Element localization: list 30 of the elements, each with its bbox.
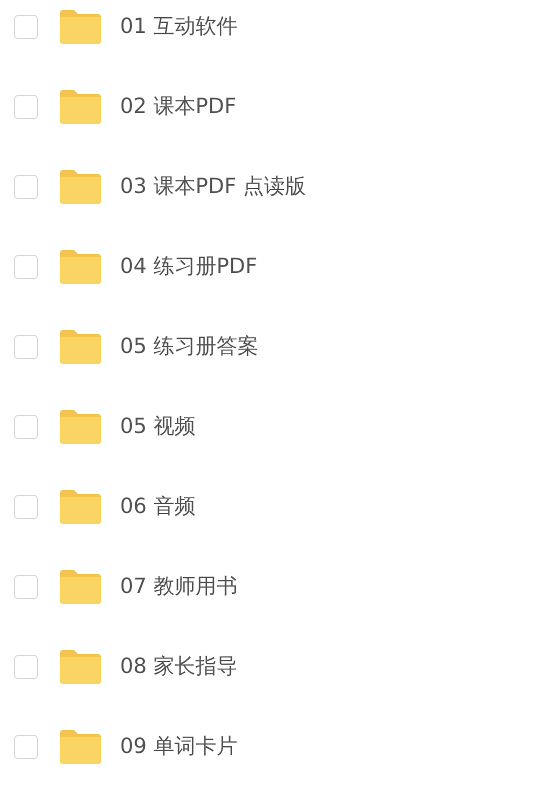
folder-name[interactable]: 09 单词卡片 [120, 731, 238, 763]
checkbox[interactable] [14, 655, 38, 679]
checkbox[interactable] [14, 15, 38, 39]
checkbox[interactable] [14, 255, 38, 279]
checkbox[interactable] [14, 175, 38, 199]
folder-icon [60, 570, 101, 604]
folder-name[interactable]: 06 音频 [120, 491, 196, 523]
folder-name[interactable]: 02 课本PDF [120, 91, 236, 123]
folder-icon [60, 650, 101, 684]
checkbox[interactable] [14, 95, 38, 119]
folder-name[interactable]: 01 互动软件 [120, 11, 238, 43]
folder-icon [60, 730, 101, 764]
folder-icon [60, 10, 101, 44]
checkbox[interactable] [14, 575, 38, 599]
folder-icon [60, 90, 101, 124]
checkbox[interactable] [14, 735, 38, 759]
folder-name[interactable]: 03 课本PDF 点读版 [120, 171, 306, 203]
folder-icon [60, 410, 101, 444]
checkbox[interactable] [14, 495, 38, 519]
checkbox[interactable] [14, 415, 38, 439]
folder-name[interactable]: 05 练习册答案 [120, 331, 258, 363]
folder-name[interactable]: 05 视频 [120, 411, 196, 443]
folder-icon [60, 490, 101, 524]
folder-name[interactable]: 04 练习册PDF [120, 251, 258, 283]
folder-icon [60, 170, 101, 204]
folder-icon [60, 250, 101, 284]
checkbox[interactable] [14, 335, 38, 359]
folder-name[interactable]: 07 教师用书 [120, 571, 238, 603]
folder-icon [60, 330, 101, 364]
folder-name[interactable]: 08 家长指导 [120, 651, 238, 683]
